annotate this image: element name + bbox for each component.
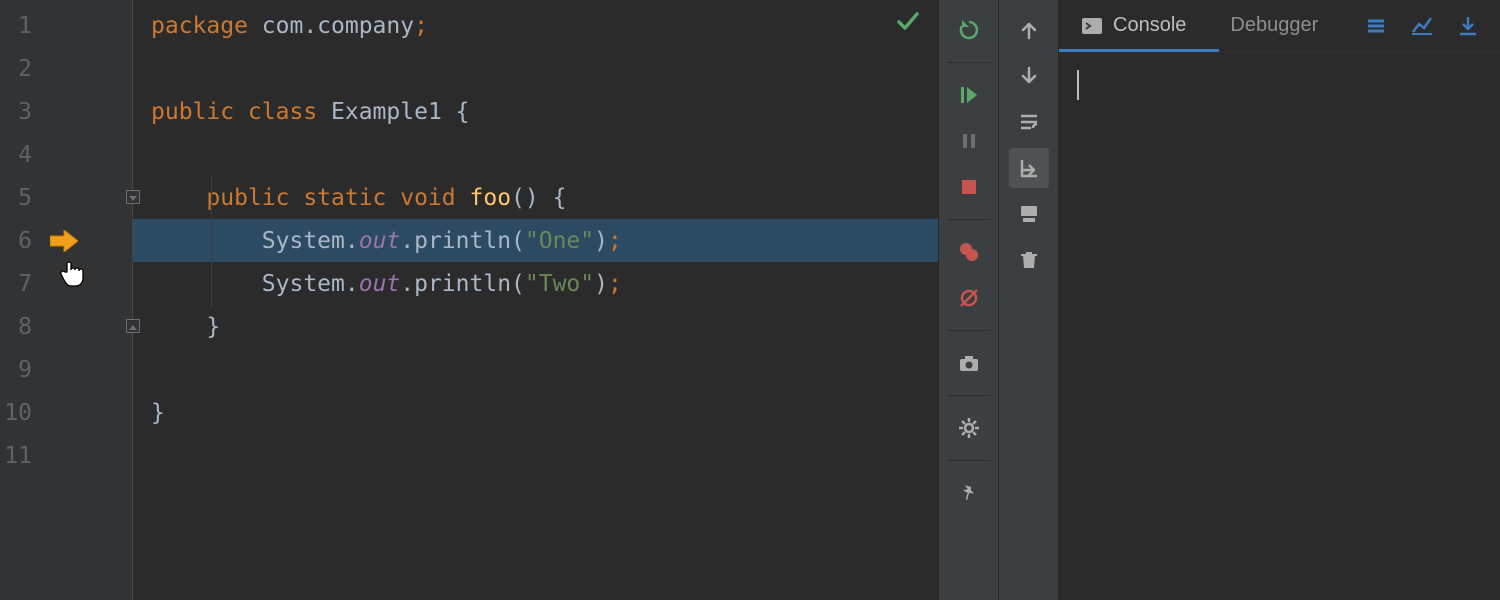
breakpoints-button[interactable] xyxy=(949,232,989,272)
console-icon xyxy=(1081,15,1103,37)
code-line-1[interactable]: package com.company; xyxy=(133,4,938,47)
inspection-ok-icon[interactable] xyxy=(896,10,920,34)
debug-panel: Console Debugger xyxy=(1058,0,1500,600)
line-number: 5 xyxy=(4,185,32,211)
line-number: 9 xyxy=(4,357,32,383)
line-number: 4 xyxy=(4,142,32,168)
gutter-line-6[interactable]: 6 xyxy=(0,219,132,262)
code-line-4[interactable] xyxy=(133,133,938,176)
line-number: 6 xyxy=(4,228,32,254)
line-number: 11 xyxy=(4,443,32,469)
step-out-button[interactable] xyxy=(1009,102,1049,142)
debug-tabs: Console Debugger xyxy=(1059,0,1500,52)
stop-button[interactable] xyxy=(949,167,989,207)
code-line-9[interactable] xyxy=(133,348,938,391)
gutter-line-3[interactable]: 3 xyxy=(0,90,132,133)
settings-button[interactable] xyxy=(949,408,989,448)
download-icon[interactable] xyxy=(1456,14,1480,38)
code-line-6[interactable]: System.out.println("One"); xyxy=(133,219,938,262)
code-line-11[interactable] xyxy=(133,434,938,477)
step-over-up-button[interactable] xyxy=(1009,10,1049,50)
tab-label: Console xyxy=(1113,14,1186,37)
gutter-line-1[interactable]: 1 xyxy=(0,4,132,47)
camera-button[interactable] xyxy=(949,343,989,383)
gutter-line-8[interactable]: 8 xyxy=(0,305,132,348)
tab-console[interactable]: Console xyxy=(1059,0,1208,51)
pin-button[interactable] xyxy=(949,473,989,513)
code-line-7[interactable]: System.out.println("Two"); xyxy=(133,262,938,305)
execution-pointer-icon xyxy=(50,230,78,252)
trash-button[interactable] xyxy=(1009,240,1049,280)
code-area[interactable]: package com.company; public class Example… xyxy=(133,0,938,600)
code-line-8[interactable]: } xyxy=(133,305,938,348)
step-over-down-button[interactable] xyxy=(1009,56,1049,96)
debug-toolbar-step xyxy=(998,0,1058,600)
force-step-button[interactable] xyxy=(1009,148,1049,188)
line-number: 10 xyxy=(4,400,32,426)
resume-button[interactable] xyxy=(949,75,989,115)
gutter-line-4[interactable]: 4 xyxy=(0,133,132,176)
line-number: 2 xyxy=(4,56,32,82)
gutter-line-9[interactable]: 9 xyxy=(0,348,132,391)
code-line-2[interactable] xyxy=(133,47,938,90)
code-editor[interactable]: 1 2 3 4 5 6 7 8 9 10 11 package com.company; public… xyxy=(0,0,938,600)
tab-label: Debugger xyxy=(1230,14,1318,37)
frames-print-button[interactable] xyxy=(1009,194,1049,234)
code-line-3[interactable]: public class Example1 { xyxy=(133,90,938,133)
line-number: 7 xyxy=(4,271,32,297)
mouse-cursor-icon xyxy=(60,258,86,288)
gutter-line-10[interactable]: 10 xyxy=(0,391,132,434)
tab-debugger[interactable]: Debugger xyxy=(1208,0,1340,51)
gutter-line-2[interactable]: 2 xyxy=(0,47,132,90)
editor-gutter[interactable]: 1 2 3 4 5 6 7 8 9 10 11 xyxy=(0,0,133,600)
code-line-5[interactable]: public static void foo() { xyxy=(133,176,938,219)
line-number: 1 xyxy=(4,13,32,39)
text-caret xyxy=(1077,70,1079,100)
console-output[interactable] xyxy=(1059,52,1500,600)
gutter-line-11[interactable]: 11 xyxy=(0,434,132,477)
chart-icon[interactable] xyxy=(1410,14,1434,38)
line-number: 3 xyxy=(4,99,32,125)
code-line-10[interactable]: } xyxy=(133,391,938,434)
debug-toolbar-run xyxy=(938,0,998,600)
line-number: 8 xyxy=(4,314,32,340)
gutter-line-5[interactable]: 5 xyxy=(0,176,132,219)
pause-button[interactable] xyxy=(949,121,989,161)
mute-button[interactable] xyxy=(949,278,989,318)
rerun-button[interactable] xyxy=(949,10,989,50)
filter-icon[interactable] xyxy=(1364,14,1388,38)
